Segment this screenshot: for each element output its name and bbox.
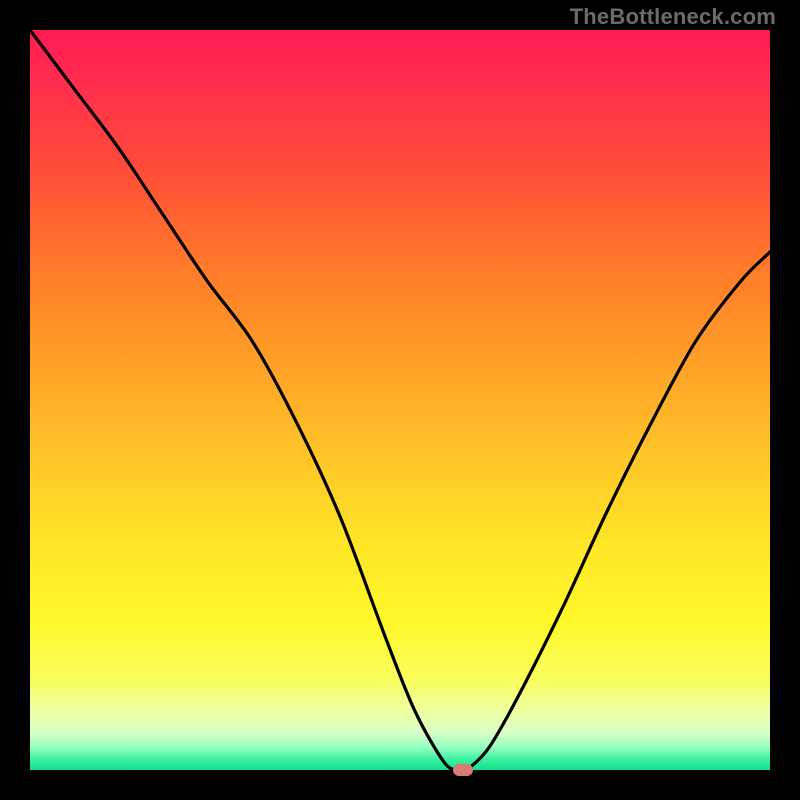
optimal-marker <box>453 764 473 776</box>
plot-area <box>30 30 770 770</box>
watermark-text: TheBottleneck.com <box>570 4 776 30</box>
chart-container: TheBottleneck.com <box>0 0 800 800</box>
curve-svg <box>30 30 770 770</box>
bottleneck-curve <box>30 30 770 770</box>
